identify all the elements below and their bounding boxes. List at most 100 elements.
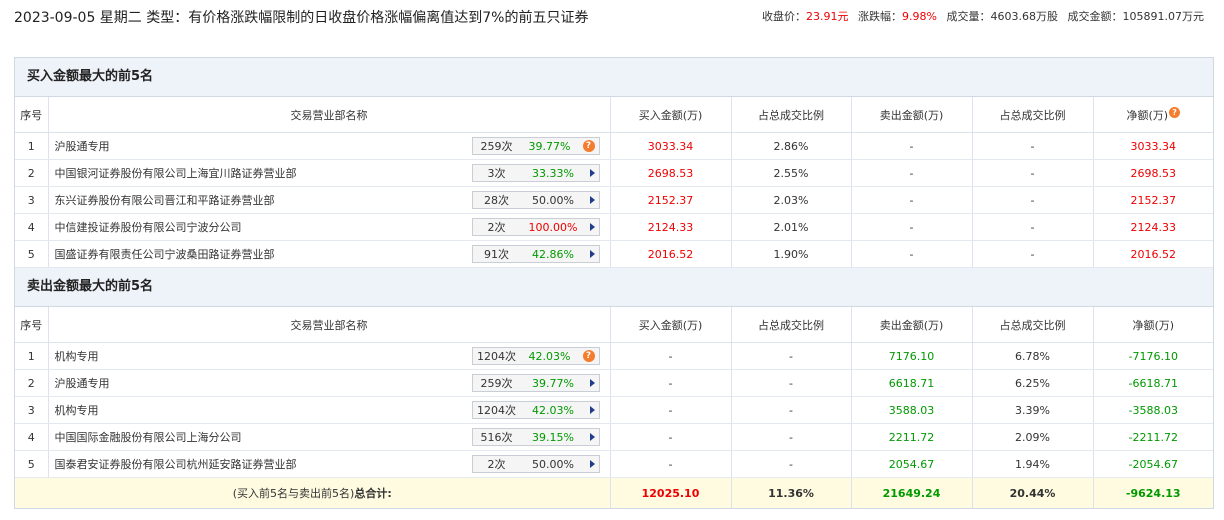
win-rate: 39.77% (532, 376, 574, 390)
help-question-icon[interactable]: ? (582, 140, 595, 152)
expand-arrow-icon[interactable] (589, 460, 595, 468)
total-buy-ratio: 11.36% (731, 477, 852, 508)
row-index: 5 (15, 450, 49, 478)
branch-stat-box[interactable]: 259次 39.77% (471, 374, 600, 392)
branch-cell: 中国国际金融股份有限公司上海分公司 516次 39.15% (48, 423, 611, 451)
buy-ratio: 2.55% (731, 159, 852, 187)
buy-amount: 2124.33 (610, 213, 732, 241)
sell-ratio: - (972, 132, 1094, 160)
win-rate: 42.86% (532, 247, 574, 261)
sell-amount: 7176.10 (851, 342, 973, 370)
listing-count: 91次 (484, 248, 509, 261)
net-amount: -2054.67 (1093, 450, 1213, 478)
buy-ratio: - (731, 342, 852, 370)
branch-cell: 东兴证券股份有限公司晋江和平路证券营业部 28次 50.00% (48, 186, 611, 214)
buy-amount: 3033.34 (610, 132, 732, 160)
win-rate: 33.33% (532, 166, 574, 180)
expand-arrow-icon[interactable] (589, 169, 595, 177)
net-amount: -3588.03 (1093, 396, 1213, 424)
listing-count: 259次 (480, 140, 513, 153)
branch-name-link[interactable]: 中国银河证券股份有限公司上海宜川路证券营业部 (55, 165, 297, 181)
sell-amount: - (851, 213, 973, 241)
branch-wrap: 机构专用 1204次 42.03%? (49, 347, 610, 365)
sell-ratio: - (972, 159, 1094, 187)
branch-stat-box[interactable]: 1204次 42.03%? (471, 347, 600, 365)
col-buy-amount: 买入金额(万) (610, 97, 732, 133)
col-buy-ratio: 占总成交比例 (731, 307, 852, 343)
branch-name-link[interactable]: 沪股通专用 (55, 375, 110, 391)
win-rate: 42.03% (532, 403, 574, 417)
price-stats: 收盘价：23.91元 涨跌幅：9.98% 成交量：4603.68万股 成交金额：… (762, 10, 1210, 24)
close-price-value: 23.91元 (806, 10, 849, 23)
listing-count: 2次 (487, 221, 506, 234)
branch-cell: 机构专用 1204次 42.03%? (48, 342, 611, 370)
branch-wrap: 中国国际金融股份有限公司上海分公司 516次 39.15% (49, 428, 610, 446)
branch-name-link[interactable]: 机构专用 (55, 348, 99, 364)
table-row: 3 机构专用 1204次 42.03% - -3588.03 3.39% -3588.03 (15, 396, 1213, 424)
branch-wrap: 中国银河证券股份有限公司上海宜川路证券营业部 3次 33.33% (49, 164, 610, 182)
sell-amount: - (851, 240, 973, 268)
row-index: 3 (15, 186, 49, 214)
col-buy-ratio: 占总成交比例 (731, 97, 852, 133)
col-net-label: 净额(万) (1126, 108, 1169, 122)
sell-ratio: 3.39% (972, 396, 1094, 424)
expand-arrow-icon[interactable] (589, 196, 595, 204)
help-question-icon[interactable]: ? (1169, 106, 1181, 118)
page-title: 2023-09-05 星期二 类型：有价格涨跌幅限制的日收盘价格涨幅偏离值达到7… (14, 10, 589, 26)
table-header-row: 序号 交易营业部名称 买入金额(万) 占总成交比例 卖出金额(万) 占总成交比例… (15, 307, 1213, 343)
total-sell-ratio: 20.44% (972, 477, 1094, 508)
total-sell-amount: 21649.24 (851, 477, 973, 508)
branch-name-link[interactable]: 东兴证券股份有限公司晋江和平路证券营业部 (55, 192, 275, 208)
col-sell-amount: 卖出金额(万) (851, 97, 973, 133)
branch-name-link[interactable]: 国盛证券有限责任公司宁波桑田路证券营业部 (55, 246, 275, 262)
branch-stat-box[interactable]: 1204次 42.03% (471, 401, 600, 419)
branch-stat-box[interactable]: 91次 42.86% (471, 245, 600, 263)
buy-amount: 2152.37 (610, 186, 732, 214)
expand-arrow-icon[interactable] (589, 223, 595, 231)
sell-section-title: 卖出金额最大的前5名 (15, 268, 1213, 307)
row-index: 2 (15, 369, 49, 397)
total-label: (买入前5名与卖出前5名)总合计: (15, 477, 611, 508)
branch-name-link[interactable]: 国泰君安证券股份有限公司杭州延安路证券营业部 (55, 456, 297, 472)
net-amount: 2698.53 (1093, 159, 1213, 187)
branch-name-link[interactable]: 沪股通专用 (55, 138, 110, 154)
branch-stat-box[interactable]: 28次 50.00% (471, 191, 600, 209)
branch-stat-box[interactable]: 259次 39.77%? (471, 137, 600, 155)
sell-amount: 2211.72 (851, 423, 973, 451)
expand-arrow-icon[interactable] (589, 250, 595, 258)
help-question-icon[interactable]: ? (582, 350, 595, 362)
expand-arrow-icon[interactable] (589, 406, 595, 414)
net-amount: 3033.34 (1093, 132, 1213, 160)
branch-stat-box[interactable]: 516次 39.15% (471, 428, 600, 446)
total-row: (买入前5名与卖出前5名)总合计: 12025.10 11.36% 21649.… (15, 477, 1213, 508)
buy-ratio: - (731, 423, 852, 451)
turnover-label: 成交金额： (1067, 10, 1123, 23)
branch-name-link[interactable]: 机构专用 (55, 402, 99, 418)
col-net-amount: 净额(万) (1093, 307, 1213, 343)
branch-wrap: 国盛证券有限责任公司宁波桑田路证券营业部 91次 42.86% (49, 245, 610, 263)
branch-stat-box[interactable]: 3次 33.33% (471, 164, 600, 182)
branch-wrap: 国泰君安证券股份有限公司杭州延安路证券营业部 2次 50.00% (49, 455, 610, 473)
col-sell-ratio: 占总成交比例 (972, 307, 1094, 343)
table-row: 2 中国银河证券股份有限公司上海宜川路证券营业部 3次 33.33% 2698.53 2.… (15, 159, 1213, 187)
buy-amount: - (610, 342, 732, 370)
volume-value: 4603.68万股 (990, 10, 1059, 23)
row-index: 1 (15, 132, 49, 160)
col-index: 序号 (15, 97, 49, 133)
branch-name-link[interactable]: 中信建投证券股份有限公司宁波分公司 (55, 219, 242, 235)
expand-arrow-icon[interactable] (589, 433, 595, 441)
win-rate: 39.15% (532, 430, 574, 444)
win-rate: 42.03% (528, 349, 571, 363)
branch-wrap: 沪股通专用 259次 39.77% (49, 374, 610, 392)
win-rate: 50.00% (532, 457, 574, 471)
sell-ratio: - (972, 213, 1094, 241)
branch-name-link[interactable]: 中国国际金融股份有限公司上海分公司 (55, 429, 242, 445)
buy-table: 序号 交易营业部名称 买入金额(万) 占总成交比例 卖出金额(万) 占总成交比例… (15, 97, 1213, 268)
change-pct-value: 9.98% (902, 10, 937, 23)
branch-stat-box[interactable]: 2次 100.00% (471, 218, 600, 236)
table-row: 5 国泰君安证券股份有限公司杭州延安路证券营业部 2次 50.00% - -2054.67… (15, 450, 1213, 478)
expand-arrow-icon[interactable] (589, 379, 595, 387)
branch-wrap: 沪股通专用 259次 39.77%? (49, 137, 610, 155)
branch-stat-box[interactable]: 2次 50.00% (471, 455, 600, 473)
row-index: 5 (15, 240, 49, 268)
